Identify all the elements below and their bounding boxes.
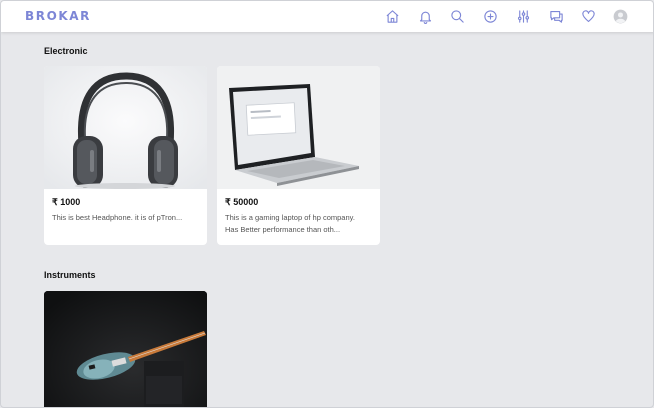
heart-icon[interactable]	[580, 8, 597, 25]
top-navbar: BROKAR	[1, 1, 653, 32]
chat-icon[interactable]	[548, 8, 565, 25]
product-description-line-1: This is a gaming laptop of hp company.	[225, 213, 355, 222]
product-price: ₹ 50000	[225, 197, 259, 207]
sliders-icon[interactable]	[515, 8, 532, 25]
section-title-electronic: Electronic	[44, 46, 88, 56]
product-card-laptop[interactable]: ₹ 50000 This is a gaming laptop of hp co…	[217, 66, 380, 245]
product-image-guitar	[44, 291, 207, 407]
avatar-icon[interactable]	[612, 8, 629, 25]
product-image-headphone	[44, 66, 207, 189]
brand-logo[interactable]: BROKAR	[25, 9, 91, 23]
product-image-laptop	[217, 66, 380, 189]
product-card-guitar[interactable]	[44, 291, 207, 407]
bell-icon[interactable]	[417, 8, 434, 25]
home-icon[interactable]	[384, 8, 401, 25]
search-icon[interactable]	[449, 8, 466, 25]
product-description-line-2: Has Better performance than oth...	[225, 225, 341, 234]
product-card-headphone[interactable]: ₹ 1000 This is best Headphone. it is of …	[44, 66, 207, 245]
section-title-instruments: Instruments	[44, 270, 96, 280]
add-circle-icon[interactable]	[482, 8, 499, 25]
product-description: This is best Headphone. it is of pTron..…	[52, 213, 183, 222]
app-window: BROKAR Electronic ₹ 1000 This is best He…	[0, 0, 654, 408]
product-price: ₹ 1000	[52, 197, 81, 207]
